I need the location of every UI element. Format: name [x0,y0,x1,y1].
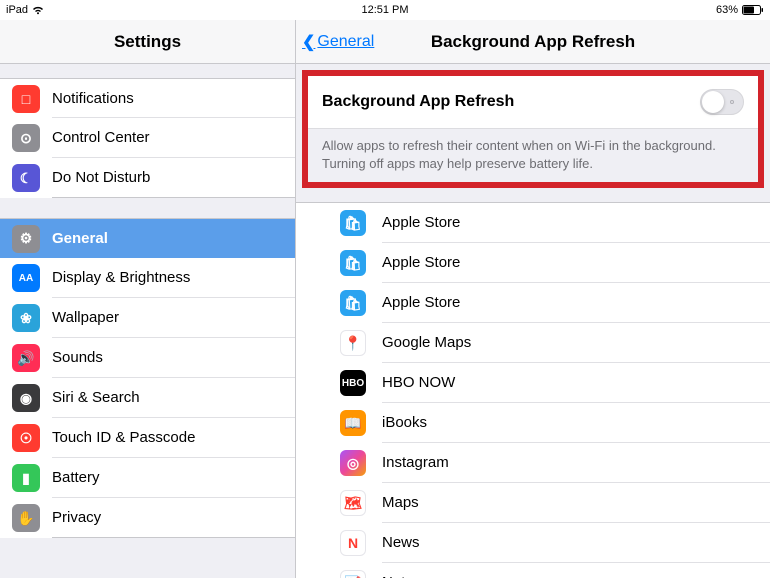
hbo-icon: HBO [340,370,366,396]
battery-icon: ▮ [12,464,40,492]
sidebar-item-battery[interactable]: ▮ Battery [0,458,295,498]
app-row[interactable]: HBO HBO NOW [296,363,770,403]
detail-pane: ❮ General Background App Refresh Backgro… [296,20,770,578]
ibooks-icon: 📖 [340,410,366,436]
app-row-label: HBO NOW [382,374,455,391]
sidebar-item-label: Wallpaper [52,309,119,326]
moon-icon: ☾ [12,164,40,192]
app-row[interactable]: N News [296,523,770,563]
sidebar-header: Settings [0,20,295,64]
app-row-label: Notes [382,574,421,578]
sidebar-item-label: Privacy [52,509,101,526]
app-row[interactable]: 📖 iBooks [296,403,770,443]
sounds-icon: 🔊 [12,344,40,372]
instagram-icon: ◎ [340,450,366,476]
clock: 12:51 PM [361,4,408,16]
app-row-label: Maps [382,494,419,511]
app-row[interactable]: 📝 Notes [296,563,770,578]
notes-icon: 📝 [340,570,366,578]
sidebar-item-label: Touch ID & Passcode [52,429,195,446]
sidebar-item-wallpaper[interactable]: ❀ Wallpaper [0,298,295,338]
app-row-label: Google Maps [382,334,471,351]
master-switch-description: Allow apps to refresh their content when… [308,128,758,182]
sidebar-item-privacy[interactable]: ✋ Privacy [0,498,295,538]
master-switch-row[interactable]: Background App Refresh [308,76,758,128]
battery-percent: 63% [716,4,738,16]
apple-store-icon: 🛍 [340,250,366,276]
fingerprint-icon: ☉ [12,424,40,452]
sidebar-item-label: Sounds [52,349,103,366]
battery-status-icon [742,5,764,15]
sidebar-title: Settings [114,32,181,52]
sidebar-item-sounds[interactable]: 🔊 Sounds [0,338,295,378]
apple-store-icon: 🛍 [340,210,366,236]
app-list: 🛍 Apple Store 🛍 Apple Store 🛍 Apple Store 📍 Goo… [296,202,770,578]
sidebar-item-label: Battery [52,469,100,486]
app-row-label: News [382,534,420,551]
status-bar: iPad 12:51 PM 63% [0,0,770,20]
app-row[interactable]: ◎ Instagram [296,443,770,483]
sidebar-item-control-center[interactable]: ⊙ Control Center [0,118,295,158]
notifications-icon: □ [12,85,40,113]
news-icon: N [340,530,366,556]
sidebar-item-label: Siri & Search [52,389,140,406]
sidebar-item-label: General [52,230,108,247]
detail-title: Background App Refresh [431,32,635,52]
back-label: General [317,33,374,51]
gear-icon: ⚙ [12,225,40,253]
app-row[interactable]: 🛍 Apple Store [296,283,770,323]
sidebar-item-touchid[interactable]: ☉ Touch ID & Passcode [0,418,295,458]
device-label: iPad [6,4,28,16]
sidebar-item-notifications[interactable]: □ Notifications [0,78,295,118]
siri-icon: ◉ [12,384,40,412]
sidebar-item-label: Display & Brightness [52,269,190,286]
app-row[interactable]: 🛍 Apple Store [296,243,770,283]
apple-store-icon: 🛍 [340,290,366,316]
sidebar-item-label: Control Center [52,129,150,146]
app-row-label: iBooks [382,414,427,431]
app-row-label: Apple Store [382,254,460,271]
maps-icon: 🗺 [340,490,366,516]
sidebar-item-do-not-disturb[interactable]: ☾ Do Not Disturb [0,158,295,198]
wallpaper-icon: ❀ [12,304,40,332]
back-button[interactable]: ❮ General [302,20,374,63]
app-row[interactable]: 🗺 Maps [296,483,770,523]
sidebar-item-display[interactable]: AA Display & Brightness [0,258,295,298]
sidebar-item-general[interactable]: ⚙ General [0,218,295,258]
master-switch[interactable] [700,89,744,115]
wifi-icon [32,5,44,15]
hand-icon: ✋ [12,504,40,532]
app-row[interactable]: 🛍 Apple Store [296,203,770,243]
display-icon: AA [12,264,40,292]
highlight-box: Background App Refresh Allow apps to ref… [302,70,764,188]
sidebar-item-label: Do Not Disturb [52,169,150,186]
settings-sidebar: Settings □ Notifications ⊙ Control Center ☾ D… [0,20,296,578]
app-row-label: Apple Store [382,214,460,231]
app-row[interactable]: 📍 Google Maps [296,323,770,363]
detail-header: ❮ General Background App Refresh [296,20,770,64]
google-maps-icon: 📍 [340,330,366,356]
app-row-label: Instagram [382,454,449,471]
control-center-icon: ⊙ [12,124,40,152]
app-row-label: Apple Store [382,294,460,311]
sidebar-item-label: Notifications [52,90,134,107]
sidebar-item-siri[interactable]: ◉ Siri & Search [0,378,295,418]
chevron-left-icon: ❮ [302,32,315,52]
master-switch-label: Background App Refresh [322,93,514,111]
